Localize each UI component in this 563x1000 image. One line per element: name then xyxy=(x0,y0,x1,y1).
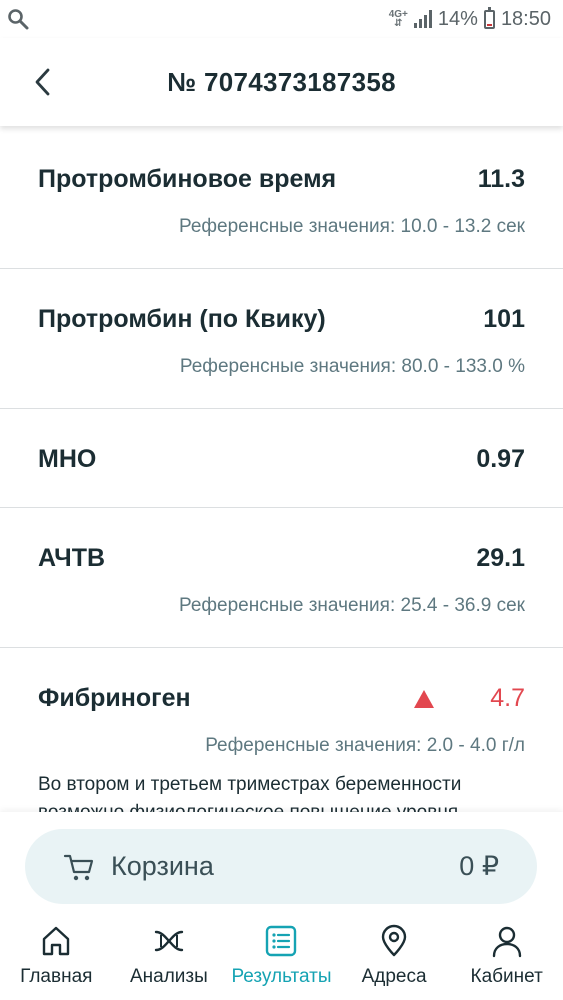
result-value: 29.1 xyxy=(476,544,525,572)
cart-total: 0 ₽ xyxy=(459,851,499,881)
clock: 18:50 xyxy=(500,7,551,30)
result-value: 101 xyxy=(483,305,525,333)
result-reference: Референсные значения: 80.0 - 133.0 % xyxy=(179,356,525,377)
result-name: Протромбиновое время xyxy=(38,165,337,193)
tab-results[interactable]: Результаты xyxy=(225,920,338,1000)
status-bar: 4G+ ⇵ 14% 18:50 xyxy=(0,0,563,38)
result-value: 11.3 xyxy=(477,165,525,193)
tab-label: Адреса xyxy=(361,966,427,987)
result-value: 0.97 xyxy=(476,445,525,473)
cart-label: Корзина xyxy=(111,851,214,881)
tab-profile[interactable]: Кабинет xyxy=(450,920,563,1000)
warning-triangle-icon xyxy=(414,689,434,708)
results-list-icon xyxy=(266,925,297,957)
back-arrow-icon[interactable] xyxy=(30,65,60,99)
tab-label: Результаты xyxy=(231,966,332,987)
tab-label: Анализы xyxy=(129,966,208,987)
network-type-icon: 4G+ ⇵ xyxy=(388,9,408,29)
network-type-label: 4G+ xyxy=(388,9,408,20)
tab-label: Кабинет xyxy=(470,966,543,987)
cart-icon xyxy=(63,854,94,880)
page-title: № 7074373187358 xyxy=(167,66,396,97)
result-row: МНО 0.97 xyxy=(0,409,563,508)
result-row: Фибриноген 4.7 Референсные значения: 2.0… xyxy=(0,648,563,816)
result-name: МНО xyxy=(38,445,97,473)
result-name: АЧТВ xyxy=(38,544,106,572)
tab-analyses[interactable]: Анализы xyxy=(113,920,226,1000)
dna-icon xyxy=(154,930,184,952)
battery-icon xyxy=(483,6,495,29)
map-pin-icon xyxy=(381,924,407,957)
home-icon xyxy=(43,926,70,956)
cart-button[interactable]: Корзина 0 ₽ xyxy=(25,829,537,904)
search-icon xyxy=(8,9,29,30)
result-row: Протромбин (по Квику) 101 Референсные зн… xyxy=(0,269,563,409)
result-name: Протромбин (по Квику) xyxy=(38,305,326,333)
tab-addresses[interactable]: Адреса xyxy=(338,920,451,1000)
tab-home[interactable]: Главная xyxy=(0,920,113,1000)
results-list[interactable]: Протромбиновое время 11.3 Референсные зн… xyxy=(0,126,563,816)
app-header: № 7074373187358 xyxy=(0,38,563,126)
tab-label: Главная xyxy=(20,966,93,987)
signal-icon xyxy=(413,10,432,28)
result-row: Протромбиновое время 11.3 Референсные зн… xyxy=(0,126,563,269)
result-name: Фибриноген xyxy=(38,684,191,712)
bottom-panel: Корзина 0 ₽ Главная Анализы Результаты А… xyxy=(0,812,563,1000)
app-screen: 4G+ ⇵ 14% 18:50 № 7074373187358 Протромби… xyxy=(0,0,563,1000)
result-row: АЧТВ 29.1 Референсные значения: 25.4 - 3… xyxy=(0,508,563,648)
result-reference: Референсные значения: 10.0 - 13.2 сек xyxy=(179,216,525,237)
result-note: Во втором и третьем триместрах беременно… xyxy=(38,774,462,816)
result-reference: Референсные значения: 2.0 - 4.0 г/л xyxy=(205,735,525,756)
tab-bar: Главная Анализы Результаты Адреса Кабине… xyxy=(0,920,563,1000)
user-icon xyxy=(492,926,521,958)
result-value: 4.7 xyxy=(490,684,525,712)
result-reference: Референсные значения: 25.4 - 36.9 сек xyxy=(179,595,525,616)
battery-percent: 14% xyxy=(437,7,478,30)
